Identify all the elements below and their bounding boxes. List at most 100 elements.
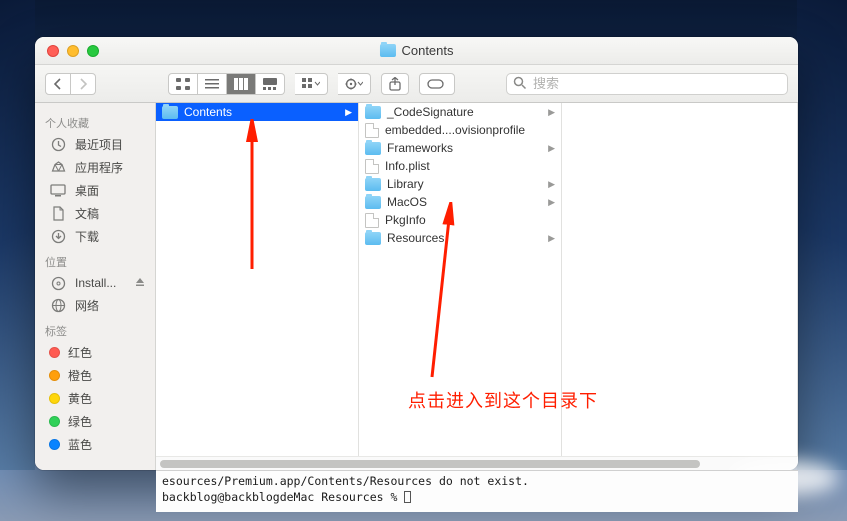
- folder-row[interactable]: MacOS▶: [359, 193, 561, 211]
- file-row[interactable]: embedded....ovisionprofile: [359, 121, 561, 139]
- fullscreen-button[interactable]: [87, 45, 99, 57]
- close-button[interactable]: [47, 45, 59, 57]
- clock-icon: [49, 137, 67, 153]
- title-text: Contents: [401, 43, 453, 58]
- item-name: _CodeSignature: [387, 105, 474, 119]
- view-columns-button[interactable]: [227, 73, 256, 95]
- downloads-icon: [49, 229, 67, 245]
- scrollbar-thumb[interactable]: [160, 460, 700, 468]
- sidebar-item-install[interactable]: Install...: [35, 272, 155, 294]
- folder-row-contents[interactable]: Contents ▶: [156, 103, 358, 121]
- share-button[interactable]: [381, 73, 409, 95]
- window-titlebar[interactable]: Contents: [35, 37, 798, 65]
- tag-dot-icon: [49, 416, 60, 427]
- sidebar-tag-green[interactable]: 绿色: [35, 410, 155, 433]
- folder-row[interactable]: Frameworks ▶: [359, 139, 561, 157]
- view-gallery-button[interactable]: [256, 73, 285, 95]
- folder-icon: [365, 178, 381, 191]
- desktop-icon: [49, 183, 67, 199]
- terminal-line: esources/Premium.app/Contents/Resources …: [162, 474, 792, 490]
- chevron-right-icon: ▶: [548, 179, 555, 190]
- sidebar-label: 绿色: [68, 413, 92, 430]
- item-name: Frameworks: [387, 141, 453, 155]
- nav-buttons: [45, 73, 96, 95]
- documents-icon: [49, 206, 67, 222]
- sidebar-label: 橙色: [68, 367, 92, 384]
- sidebar-item-recents[interactable]: 最近项目: [35, 133, 155, 156]
- column-1[interactable]: Contents ▶: [156, 103, 359, 470]
- item-name: Resources: [387, 231, 444, 245]
- folder-row-resources[interactable]: Resources▶: [359, 229, 561, 247]
- folder-icon: [365, 196, 381, 209]
- sidebar-label: 桌面: [75, 182, 99, 199]
- folder-icon: [162, 106, 178, 119]
- minimize-button[interactable]: [67, 45, 79, 57]
- sidebar-label: 蓝色: [68, 436, 92, 453]
- chevron-right-icon: ▶: [548, 197, 555, 208]
- app-icon: [49, 160, 67, 176]
- finder-window: Contents 个人收藏 最近项目 应用程序: [35, 37, 798, 470]
- folder-row[interactable]: Library ▶: [359, 175, 561, 193]
- view-mode-segment: [168, 73, 285, 95]
- sidebar-item-downloads[interactable]: 下载: [35, 225, 155, 248]
- file-icon: [365, 123, 379, 138]
- folder-row[interactable]: _CodeSignature ▶: [359, 103, 561, 121]
- eject-icon[interactable]: [135, 276, 145, 290]
- sidebar-header-tags: 标签: [35, 317, 155, 341]
- chevron-right-icon: ▶: [345, 107, 352, 118]
- file-icon: [365, 213, 379, 228]
- sidebar-label: 黄色: [68, 390, 92, 407]
- column-3[interactable]: [562, 103, 798, 470]
- sidebar-label: 文稿: [75, 205, 99, 222]
- chevron-right-icon: ▶: [548, 107, 555, 118]
- sidebar-tag-orange[interactable]: 橙色: [35, 364, 155, 387]
- desktop-background: [797, 0, 847, 470]
- view-icons-button[interactable]: [168, 73, 198, 95]
- column-2[interactable]: _CodeSignature ▶ embedded....ovisionprofi…: [359, 103, 562, 470]
- folder-icon: [365, 106, 381, 119]
- back-button[interactable]: [45, 73, 71, 95]
- sidebar-item-applications[interactable]: 应用程序: [35, 156, 155, 179]
- sidebar-label: 红色: [68, 344, 92, 361]
- sidebar-label: 下载: [75, 228, 99, 245]
- terminal-prompt: backblog@backblogdeMac Resources %: [162, 490, 404, 504]
- traffic-lights: [35, 45, 99, 57]
- item-name: PkgInfo: [385, 213, 426, 227]
- sidebar-tag-yellow[interactable]: 黄色: [35, 387, 155, 410]
- sidebar-tag-red[interactable]: 红色: [35, 341, 155, 364]
- window-title: Contents: [379, 43, 453, 58]
- horizontal-scrollbar[interactable]: [156, 456, 798, 470]
- item-name: Contents: [184, 105, 232, 119]
- sidebar-label: 最近项目: [75, 136, 123, 153]
- view-list-button[interactable]: [198, 73, 227, 95]
- tag-dot-icon: [49, 393, 60, 404]
- tags-button[interactable]: [419, 73, 455, 95]
- sidebar-item-desktop[interactable]: 桌面: [35, 179, 155, 202]
- action-button[interactable]: [338, 73, 371, 95]
- item-name: Library: [387, 177, 424, 191]
- file-row[interactable]: PkgInfo: [359, 211, 561, 229]
- item-name: embedded....ovisionprofile: [385, 123, 525, 137]
- sidebar-item-documents[interactable]: 文稿: [35, 202, 155, 225]
- folder-icon: [365, 142, 381, 155]
- search-input[interactable]: [506, 73, 788, 95]
- terminal-cursor: [404, 491, 411, 503]
- sidebar-tag-blue[interactable]: 蓝色: [35, 433, 155, 456]
- folder-icon: [365, 232, 381, 245]
- chevron-right-icon: ▶: [548, 143, 555, 154]
- arrange-button[interactable]: [295, 73, 328, 95]
- sidebar-header-favorites: 个人收藏: [35, 109, 155, 133]
- disk-icon: [49, 275, 67, 291]
- tag-dot-icon: [49, 370, 60, 381]
- annotation-text: 点击进入到这个目录下: [408, 387, 598, 413]
- search-icon: [513, 76, 527, 90]
- forward-button[interactable]: [71, 73, 96, 95]
- search-field-wrap: [506, 73, 788, 95]
- file-row[interactable]: Info.plist: [359, 157, 561, 175]
- terminal-prompt-line: backblog@backblogdeMac Resources %: [162, 490, 792, 506]
- terminal-window[interactable]: esources/Premium.app/Contents/Resources …: [156, 470, 798, 512]
- toolbar: [35, 65, 798, 103]
- desktop-background: [0, 0, 35, 470]
- network-icon: [49, 298, 67, 314]
- sidebar-item-network[interactable]: 网络: [35, 294, 155, 317]
